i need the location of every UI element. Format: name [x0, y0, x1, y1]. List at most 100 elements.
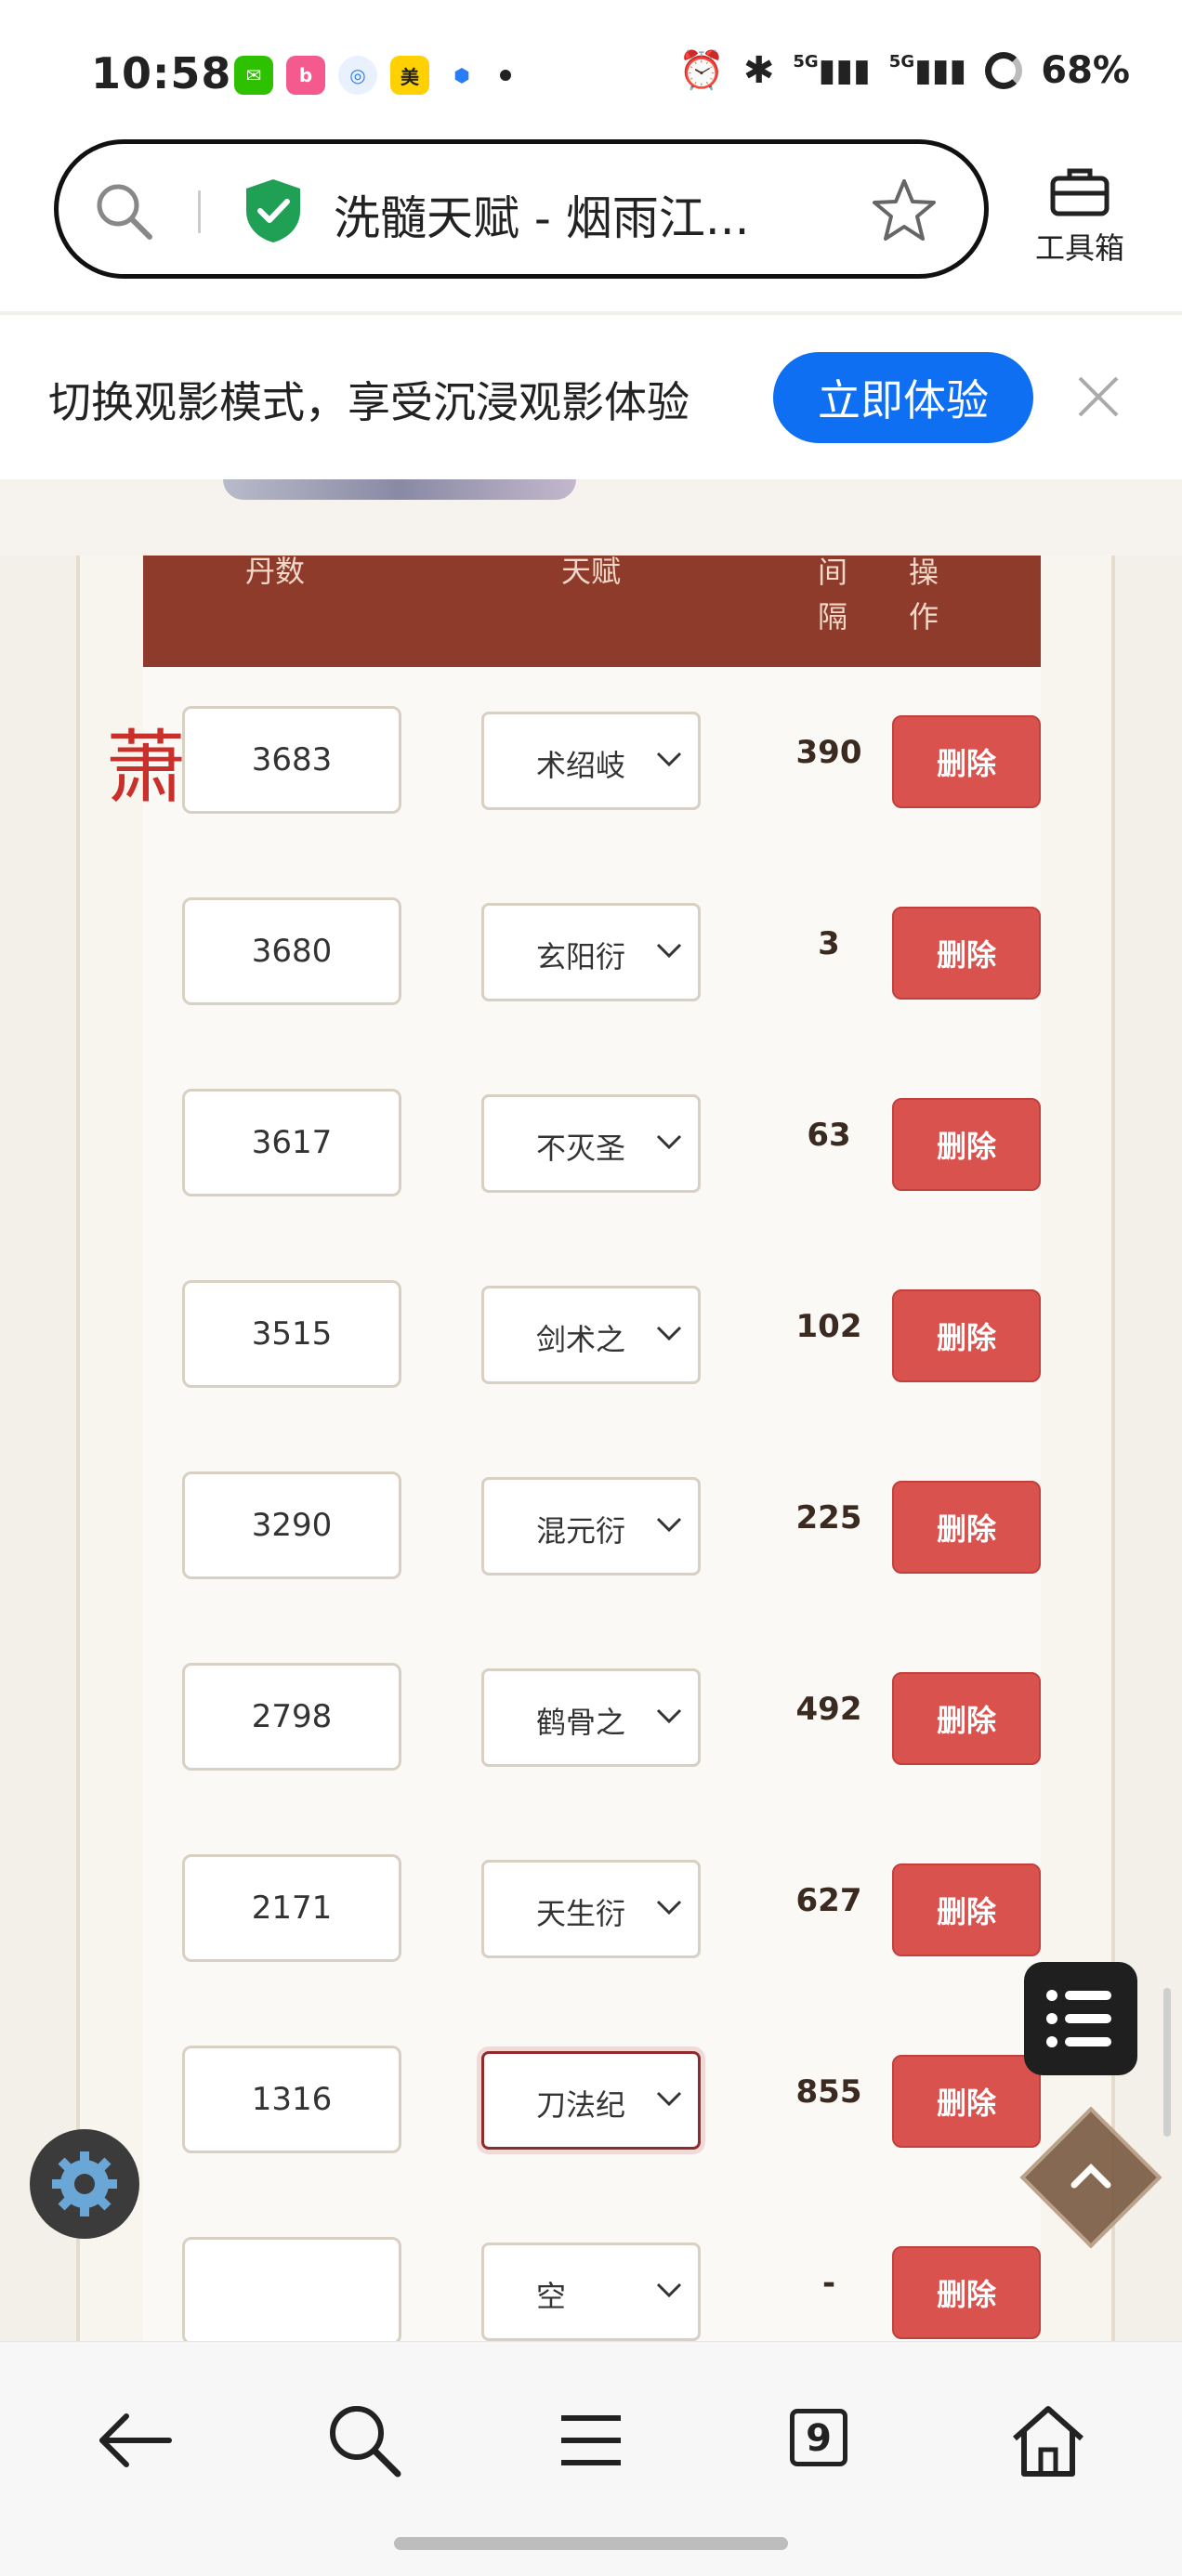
dan-count-input[interactable] [182, 2046, 401, 2153]
delete-button[interactable]: 删除 [892, 1863, 1041, 1956]
bluetooth-icon: ✱ [742, 48, 775, 92]
dan-count-input[interactable] [182, 706, 401, 814]
divider [198, 190, 201, 233]
header-op: 操作 [908, 555, 939, 634]
talent-select[interactable]: 天生衍 [481, 1860, 701, 1958]
settings-button[interactable] [30, 2129, 139, 2239]
close-icon[interactable] [1074, 373, 1123, 421]
chevron-down-icon [656, 1134, 682, 1150]
talent-select-value: 不灭圣 [536, 1131, 625, 1166]
talent-select[interactable]: 玄阳衍 [481, 903, 701, 1001]
security-shield-icon [246, 179, 300, 242]
gap-value: 855 [795, 2073, 862, 2111]
gap-value: 102 [795, 1308, 862, 1345]
wechat-icon: ✉ [234, 56, 273, 95]
search-icon[interactable] [92, 179, 157, 244]
table-row: 鹤骨之 492 删除 [143, 1624, 1041, 1817]
dan-count-input[interactable] [182, 2237, 401, 2341]
talent-select[interactable]: 刀法纪 [481, 2051, 701, 2150]
more-notifications-dot [500, 70, 511, 81]
talent-select-value: 鹤骨之 [536, 1705, 625, 1740]
page-title[interactable]: 洗髓天赋 - 烟雨江... [334, 181, 750, 248]
talent-select[interactable]: 空 [481, 2243, 701, 2341]
delete-button[interactable]: 删除 [892, 1481, 1041, 1574]
talent-select-value: 刀法纪 [536, 2087, 625, 2123]
browser-icon: ◎ [338, 56, 377, 95]
dan-count-input[interactable] [182, 1471, 401, 1579]
gap-value: 63 [807, 1117, 851, 1154]
talent-select[interactable]: 术绍岐 [481, 712, 701, 810]
status-bar: 10:58 ✉ b ◎ 美 ⬢ ⏰ ✱ 5G▮▮▮ 5G▮▮▮ 68% [0, 0, 1182, 149]
delete-button[interactable]: 删除 [892, 907, 1041, 1000]
delete-button[interactable]: 删除 [892, 1289, 1041, 1382]
header-talent: 天赋 [561, 554, 622, 589]
table-row: 术绍岐 390 删除 [143, 667, 1041, 860]
signal-2-icon: 5G▮▮▮ [888, 51, 967, 89]
bookmark-star-icon[interactable] [867, 174, 941, 248]
delete-button[interactable]: 删除 [892, 715, 1041, 808]
delete-button[interactable]: 删除 [892, 1672, 1041, 1765]
table-row: 天生衍 627 删除 [143, 1815, 1041, 2008]
seal-character: 萧 [106, 722, 186, 815]
tabs-button[interactable]: 9 [773, 2394, 866, 2487]
chevron-down-icon [656, 943, 682, 959]
chevron-down-icon [656, 752, 682, 767]
page-content: 丹数 天赋 间隔 操作 术绍岐390删除玄阳衍3删除不灭圣63删除剑术之102删… [0, 479, 1182, 2341]
talent-select[interactable]: 剑术之 [481, 1286, 701, 1384]
table-row: 刀法纪 855 删除 [143, 2007, 1041, 2200]
dan-count-input[interactable] [182, 1280, 401, 1388]
notification-icons: ✉ b ◎ 美 ⬢ [234, 56, 511, 95]
clock: 10:58 [91, 48, 232, 98]
talent-select-value: 剑术之 [536, 1322, 625, 1357]
gap-value: 3 [818, 925, 840, 962]
gap-value: 225 [795, 1499, 862, 1536]
chevron-down-icon [656, 2282, 682, 2298]
table-row: 玄阳衍 3 删除 [143, 858, 1041, 1052]
chevron-down-icon [656, 1708, 682, 1724]
home-icon[interactable] [1002, 2394, 1095, 2487]
delete-button[interactable]: 删除 [892, 1098, 1041, 1191]
chevron-down-icon [656, 1900, 682, 1916]
menu-icon[interactable] [545, 2394, 637, 2487]
signal-icon: 5G▮▮▮ [793, 51, 871, 89]
try-now-button[interactable]: 立即体验 [773, 352, 1033, 443]
battery-level: 68% [1041, 48, 1130, 92]
gap-value: - [821, 2265, 836, 2302]
talent-select[interactable]: 混元衍 [481, 1477, 701, 1576]
battery-icon [985, 51, 1023, 89]
menu-list-button[interactable] [1024, 1962, 1137, 2075]
talent-select-value: 玄阳衍 [536, 939, 625, 974]
dan-count-input[interactable] [182, 897, 401, 1005]
bilibili-icon: b [286, 56, 325, 95]
home-indicator[interactable] [394, 2537, 788, 2550]
decorative-cloud [223, 479, 576, 500]
talent-select[interactable]: 鹤骨之 [481, 1668, 701, 1767]
dan-count-input[interactable] [182, 1854, 401, 1962]
browser-toolbar: 洗髓天赋 - 烟雨江... 工具箱 [0, 130, 1182, 311]
delete-button[interactable]: 删除 [892, 2055, 1041, 2148]
table-row: 空 - 删除 [143, 2198, 1041, 2341]
dan-count-input[interactable] [182, 1089, 401, 1196]
dan-count-input[interactable] [182, 1663, 401, 1771]
viewing-mode-banner: 切换观影模式，享受沉浸观影体验 立即体验 [0, 314, 1182, 480]
delete-button[interactable]: 删除 [892, 2246, 1041, 2339]
address-bar[interactable]: 洗髓天赋 - 烟雨江... [54, 139, 989, 279]
tab-count: 9 [790, 2409, 847, 2466]
toolbox-button[interactable]: 工具箱 [1028, 165, 1132, 268]
table-row: 不灭圣 63 删除 [143, 1050, 1041, 1243]
search-nav-icon[interactable] [318, 2394, 411, 2487]
talent-select[interactable]: 不灭圣 [481, 1094, 701, 1193]
bottom-navigation: 9 [0, 2341, 1182, 2576]
alarm-icon: ⏰ [678, 49, 725, 92]
list-icon [1046, 1990, 1111, 2047]
chevron-up-icon [1070, 2164, 1111, 2189]
talent-select-value: 空 [536, 2279, 567, 2314]
banner-text: 切换观影模式，享受沉浸观影体验 [48, 377, 690, 427]
scrollbar[interactable] [1163, 1988, 1171, 2137]
gear-icon [52, 2151, 117, 2216]
back-arrow-icon[interactable] [89, 2394, 182, 2487]
talent-select-value: 术绍岐 [536, 748, 625, 783]
table-row: 混元衍 225 删除 [143, 1432, 1041, 1626]
talent-select-value: 天生衍 [536, 1896, 625, 1931]
header-gap: 间隔 [817, 555, 847, 634]
